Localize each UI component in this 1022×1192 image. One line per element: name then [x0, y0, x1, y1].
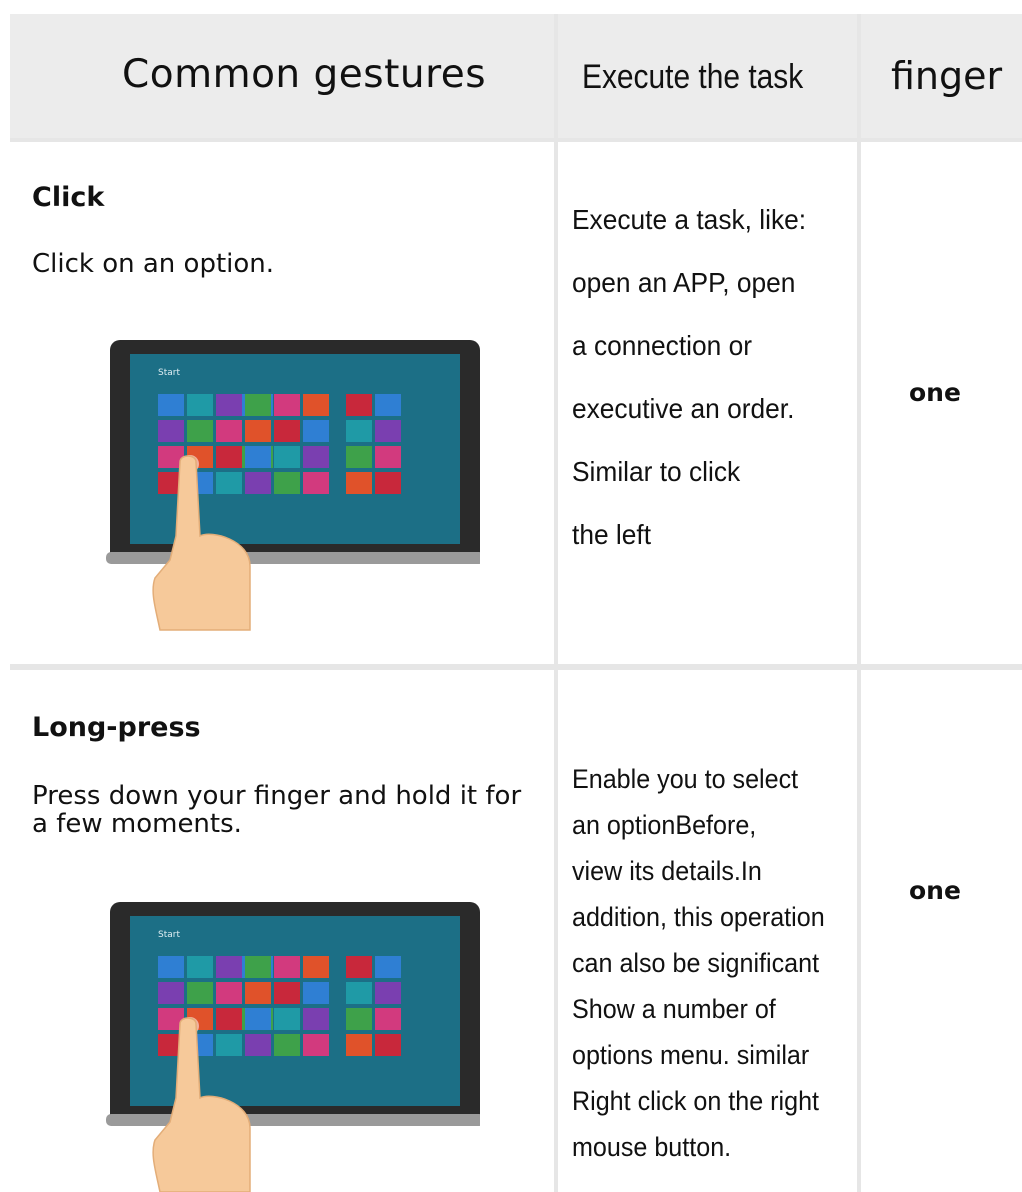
task-line: mouse button. [572, 1132, 732, 1162]
app-tile [216, 1008, 242, 1030]
task-line: open an APP, open [572, 267, 796, 298]
app-tile [303, 446, 329, 468]
header-gestures: Common gestures [10, 14, 554, 138]
app-tile [303, 1008, 329, 1030]
app-tile [274, 446, 300, 468]
task-line: addition, this operation [572, 902, 825, 932]
app-tile [346, 1034, 372, 1056]
app-tile [245, 472, 271, 494]
app-tile [216, 472, 242, 494]
tablet-illustration: Start [106, 902, 480, 1192]
finger-count: one [909, 378, 961, 407]
task-line: Similar to click [572, 456, 741, 487]
app-tile [245, 420, 271, 442]
gesture-name: Click [32, 182, 105, 213]
app-tile [375, 472, 401, 494]
task-line: Enable you to select [572, 764, 799, 794]
app-tile [303, 420, 329, 442]
app-tile [158, 420, 184, 442]
app-tile [303, 394, 329, 416]
app-tile [216, 394, 242, 416]
app-tile [216, 446, 242, 468]
header-finger-label: finger [891, 54, 1003, 98]
app-tile [245, 982, 271, 1004]
app-tile [274, 420, 300, 442]
task-line: Show a number of [572, 994, 776, 1024]
task-text: Enable you to select an optionBefore, vi… [572, 756, 854, 1170]
task-line: executive an order. [572, 393, 795, 424]
app-tile [187, 420, 213, 442]
gesture-description: Click on an option. [32, 249, 275, 279]
task-line: Execute a task, like: [572, 204, 807, 235]
app-tile [274, 1034, 300, 1056]
task-cell-click: Execute a task, like: open an APP, open … [558, 142, 857, 664]
app-tile [216, 956, 242, 978]
app-tile [187, 394, 213, 416]
task-text: Execute a task, like: open an APP, open … [572, 188, 854, 566]
app-tile [346, 446, 372, 468]
page: Common gestures Execute the task finger … [0, 0, 1022, 1192]
app-tile [375, 420, 401, 442]
app-tile [375, 1034, 401, 1056]
app-tile [375, 956, 401, 978]
gesture-name: Long-press [32, 712, 201, 743]
app-tile [303, 1034, 329, 1056]
tablet-illustration: Start [106, 340, 480, 631]
app-tile [245, 956, 271, 978]
app-tile [216, 1034, 242, 1056]
screen-start-label: Start [158, 930, 180, 940]
gesture-table: Common gestures Execute the task finger … [10, 14, 1022, 1192]
app-tile [187, 982, 213, 1004]
task-line: a connection or [572, 330, 752, 361]
app-tile [346, 394, 372, 416]
app-tile [245, 1034, 271, 1056]
tablet-base [106, 552, 480, 564]
app-tile [303, 982, 329, 1004]
header-task-label: Execute the task [582, 58, 804, 96]
app-tile [274, 472, 300, 494]
gesture-description: Press down your finger and hold it for a… [32, 781, 522, 839]
app-tile [245, 394, 271, 416]
task-line: the left [572, 519, 652, 550]
task-line: can also be significant [572, 948, 820, 978]
app-tile [158, 394, 184, 416]
app-tile [346, 420, 372, 442]
app-tile [346, 472, 372, 494]
app-tile [187, 956, 213, 978]
app-tile [346, 982, 372, 1004]
screen-start-label: Start [158, 368, 180, 378]
app-tile [375, 1008, 401, 1030]
task-line: options menu. similar [572, 1040, 810, 1070]
task-line: an optionBefore, [572, 810, 757, 840]
app-tile [245, 446, 271, 468]
header-task: Execute the task [558, 14, 857, 138]
gesture-cell-long-press: Long-press Press down your finger and ho… [10, 670, 554, 1192]
app-tile [375, 982, 401, 1004]
gesture-cell-click: Click Click on an option. Start [10, 142, 554, 664]
app-tile [158, 956, 184, 978]
app-tile [274, 956, 300, 978]
app-tile [375, 394, 401, 416]
app-tile [216, 982, 242, 1004]
finger-cell-click: one [861, 142, 1022, 664]
app-tile [346, 1008, 372, 1030]
app-tile [303, 472, 329, 494]
app-tile [158, 982, 184, 1004]
app-tile [375, 446, 401, 468]
app-tile [245, 1008, 271, 1030]
finger-count: one [909, 876, 961, 905]
app-tile [274, 394, 300, 416]
app-tile [216, 420, 242, 442]
app-tile [274, 982, 300, 1004]
task-line: view its details.In [572, 856, 762, 886]
header-finger: finger [861, 14, 1022, 138]
task-line: Right click on the right [572, 1086, 820, 1116]
tablet-base [106, 1114, 480, 1126]
app-tile [346, 956, 372, 978]
finger-cell-long-press: one [861, 670, 1022, 1192]
app-tile [274, 1008, 300, 1030]
app-tile [303, 956, 329, 978]
header-gestures-label: Common gestures [122, 52, 487, 97]
task-cell-long-press: Enable you to select an optionBefore, vi… [558, 670, 857, 1192]
